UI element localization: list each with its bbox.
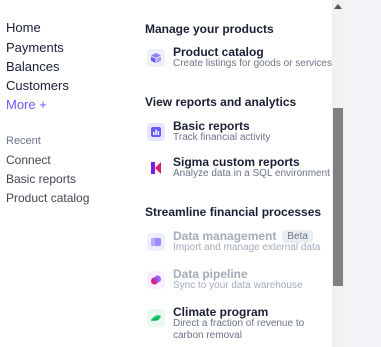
item-description: Sync to your data warehouse (173, 280, 303, 291)
sidebar-item-more[interactable]: More + (6, 97, 47, 112)
data-management-item[interactable]: Data management Beta Import and manage ex… (145, 229, 335, 261)
sigma-reports-item[interactable]: Sigma custom reports Analyze data in a S… (145, 155, 335, 187)
apps-panel: Manage your products Product catalog Cre… (135, 0, 332, 347)
data-pipeline-item[interactable]: Data pipeline Sync to your data warehous… (145, 267, 335, 299)
data-management-title: Data management (173, 229, 277, 243)
item-title: Sigma custom reports (173, 155, 300, 169)
item-description: Direct a fraction of revenue to carbon r… (173, 318, 305, 341)
section-title-reports: View reports and analytics (145, 95, 297, 109)
sigma-logo-icon (147, 159, 165, 177)
sidebar-item-balances[interactable]: Balances (6, 59, 59, 74)
recent-item-connect[interactable]: Connect (6, 153, 51, 167)
basic-reports-item[interactable]: Basic reports Track financial activity (145, 119, 335, 151)
box-icon (147, 49, 165, 67)
leaf-icon (147, 309, 165, 327)
sidebar: Home Payments Balances Customers More + … (0, 0, 135, 347)
item-title: Climate program (173, 305, 269, 319)
sidebar-item-payments[interactable]: Payments (6, 40, 64, 55)
bar-chart-icon (147, 123, 165, 141)
item-description: Analyze data in a SQL environment (173, 168, 330, 179)
item-title: Basic reports (173, 119, 250, 133)
climate-program-item[interactable]: Climate program Direct a fraction of rev… (145, 305, 335, 341)
item-description: Create listings for goods or services (173, 58, 332, 69)
scroll-up-arrow-icon[interactable] (334, 4, 342, 9)
recent-heading: Recent (6, 135, 41, 147)
section-title-products: Manage your products (145, 22, 274, 36)
database-icon (147, 233, 165, 251)
scrollbar-thumb[interactable] (333, 108, 343, 286)
item-title: Data management Beta (173, 229, 313, 243)
scrollbar[interactable] (332, 0, 344, 347)
sidebar-item-customers[interactable]: Customers (6, 78, 69, 93)
product-catalog-item[interactable]: Product catalog Create listings for good… (145, 45, 335, 77)
section-title-financial: Streamline financial processes (145, 205, 322, 219)
sidebar-item-home[interactable]: Home (6, 20, 41, 35)
item-description: Import and manage external data (173, 242, 321, 253)
item-title: Product catalog (173, 45, 264, 59)
pipeline-icon (147, 271, 165, 289)
recent-item-product-catalog[interactable]: Product catalog (6, 191, 89, 205)
item-description: Track financial activity (173, 132, 271, 143)
page-background (344, 0, 381, 347)
item-title: Data pipeline (173, 267, 248, 281)
recent-item-basic-reports[interactable]: Basic reports (6, 172, 76, 186)
